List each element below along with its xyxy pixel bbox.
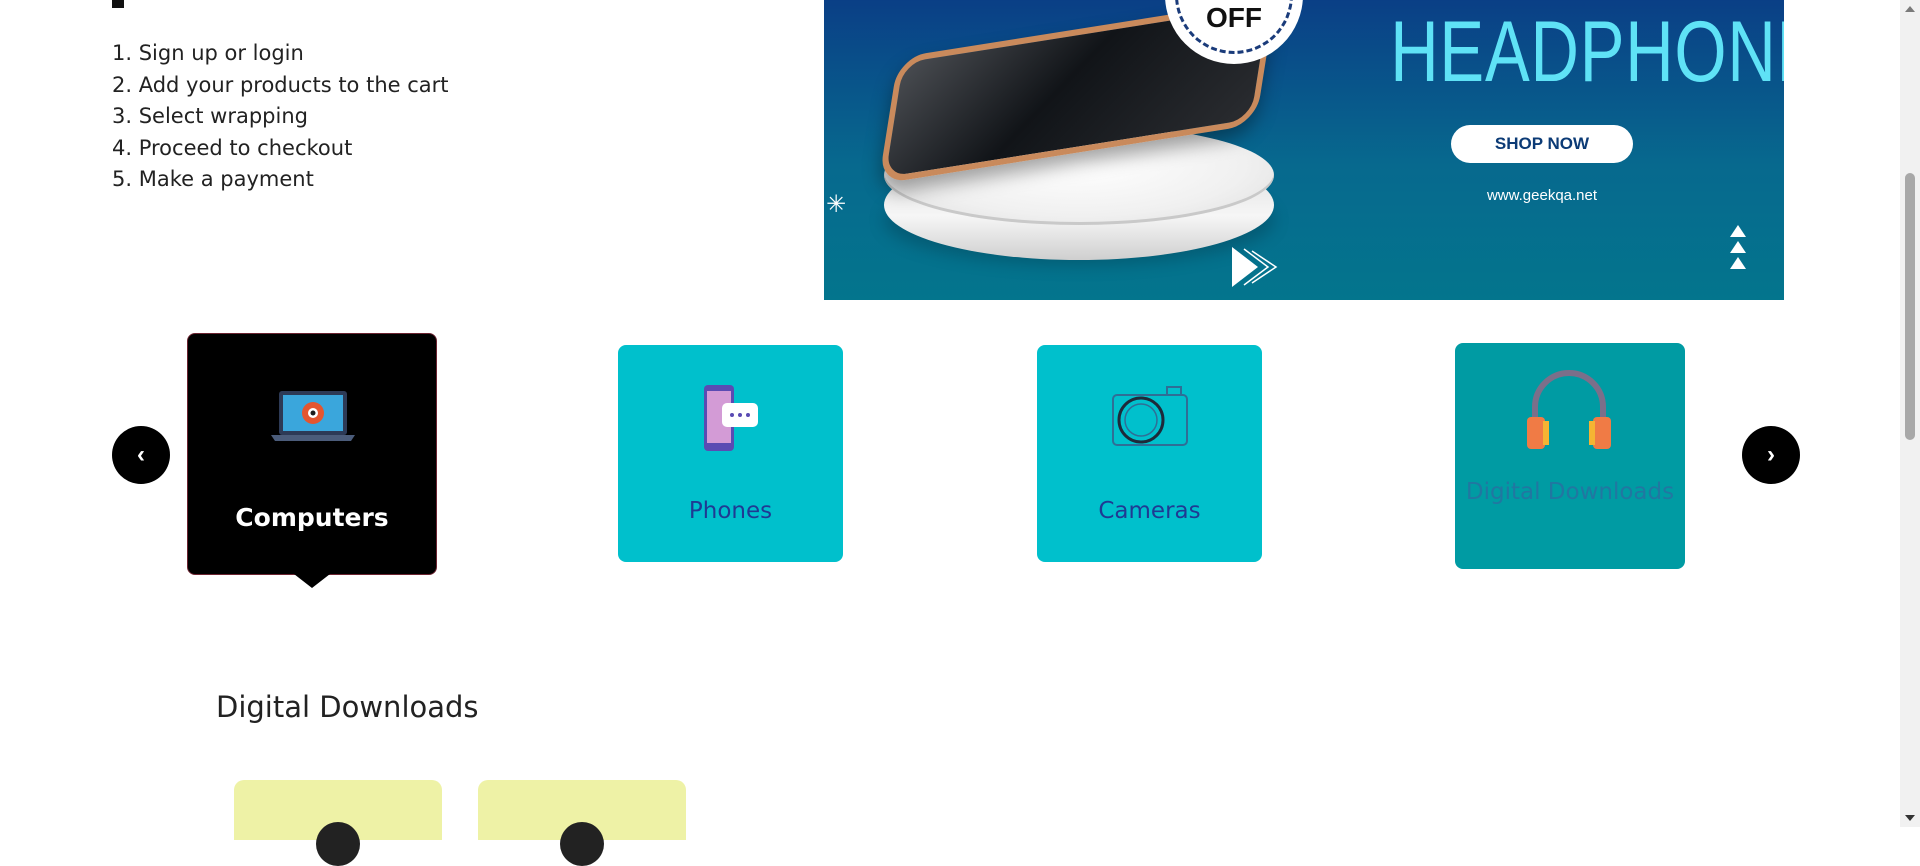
category-label: Digital Downloads — [1465, 479, 1675, 505]
triangle-stack-icon — [1730, 225, 1746, 269]
vertical-scrollbar[interactable] — [1900, 0, 1920, 827]
step-item: 1. Sign up or login — [112, 41, 304, 65]
step-item: 5. Make a payment — [112, 167, 314, 191]
selected-pointer — [294, 574, 330, 588]
camera-icon — [1112, 386, 1188, 446]
heading-fragment — [112, 0, 124, 8]
steps-list: 1. Sign up or login 2. Add your products… — [112, 38, 449, 196]
section-title: Digital Downloads — [216, 690, 479, 724]
category-label: Phones — [688, 498, 773, 524]
step-item: 2. Add your products to the cart — [112, 72, 449, 97]
headphones-icon — [1527, 370, 1611, 449]
smartphone-chat-icon — [704, 385, 758, 451]
banner-title: HEADPHONE — [1390, 4, 1784, 100]
product-card[interactable] — [478, 780, 686, 866]
play-arrows-icon — [1232, 247, 1278, 287]
category-card-computers[interactable]: Computers — [187, 333, 437, 588]
badge-text: OFF — [1206, 2, 1262, 33]
laptop-gear-icon — [271, 391, 355, 441]
promo-banner[interactable]: OFF HEADPHONE SHOP NOW www.geekqa.net ✳ — [824, 0, 1784, 300]
step-item: 3. Select wrapping — [112, 104, 308, 128]
banner-url: www.geekqa.net — [1486, 187, 1598, 204]
carousel-prev-button[interactable]: ‹ — [112, 426, 170, 484]
scroll-down-icon[interactable] — [1905, 815, 1915, 821]
product-image — [560, 822, 604, 866]
carousel-next-button[interactable]: › — [1742, 426, 1800, 484]
category-label: Cameras — [1098, 498, 1201, 524]
scroll-up-icon[interactable] — [1905, 6, 1915, 12]
step-item: 4. Proceed to checkout — [112, 135, 353, 160]
category-card-phones[interactable]: Phones — [618, 345, 843, 562]
category-card-cameras[interactable]: Cameras — [1037, 345, 1262, 562]
category-card-digital-downloads[interactable]: Digital Downloads — [1455, 343, 1685, 569]
sparkle-icon: ✳ — [826, 190, 847, 218]
shop-now-button[interactable]: SHOP NOW — [1451, 125, 1633, 163]
product-card[interactable] — [234, 780, 442, 866]
category-label: Computers — [235, 503, 389, 532]
scrollbar-thumb[interactable] — [1905, 173, 1915, 440]
product-image — [316, 822, 360, 866]
